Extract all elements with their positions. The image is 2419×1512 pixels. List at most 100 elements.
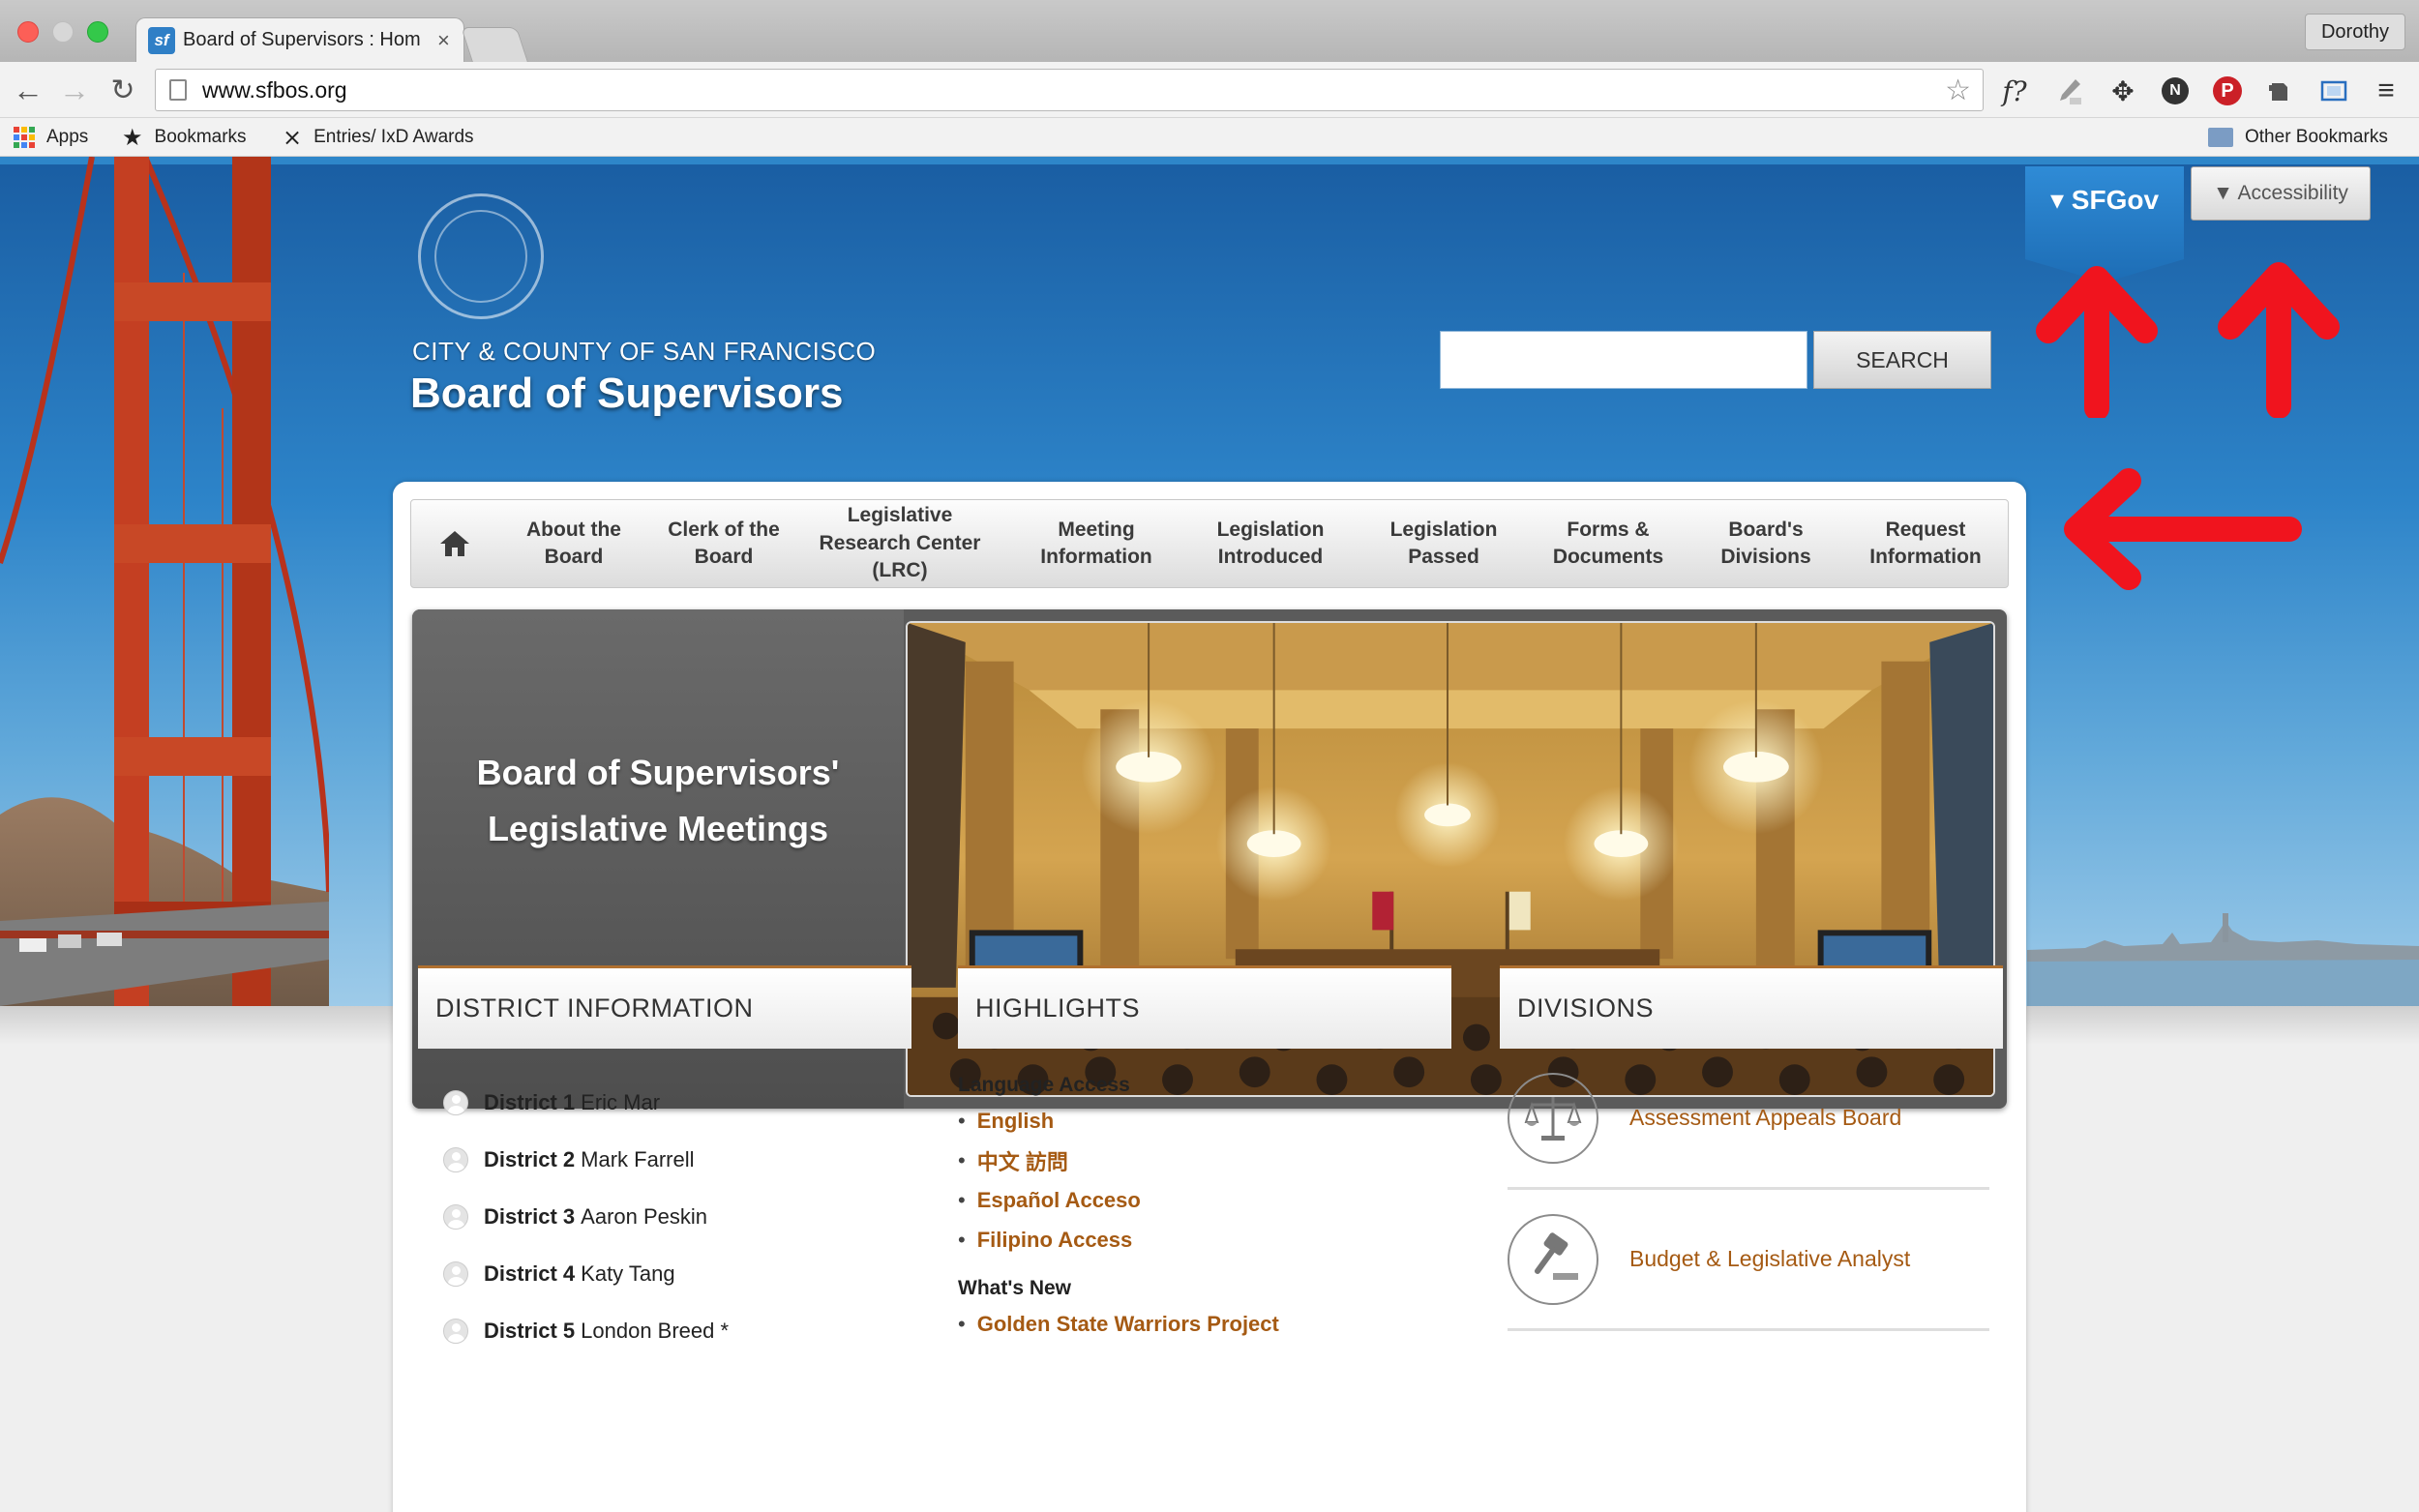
district-section-title: DISTRICT INFORMATION — [418, 965, 911, 1049]
star-icon: ★ — [122, 124, 143, 151]
division-row[interactable]: Assessment Appeals Board — [1508, 1049, 1989, 1190]
gavel-icon — [1508, 1213, 1598, 1305]
back-arrow-icon[interactable]: ← — [10, 72, 46, 108]
folder-icon — [2208, 128, 2233, 147]
divisions-section-title: DIVISIONS — [1500, 965, 2003, 1049]
url-text[interactable]: www.sfbos.org — [202, 77, 1945, 104]
person-icon — [443, 1260, 468, 1287]
district-number: District 5 — [484, 1318, 576, 1343]
window-close-button[interactable] — [17, 21, 39, 43]
district-row[interactable]: District 5 London Breed * — [418, 1302, 911, 1359]
ixd-logo-icon: ⨯ — [283, 124, 303, 151]
language-link-spanish[interactable]: Español Acceso — [958, 1180, 1451, 1220]
nav-about-the-board[interactable]: About the Board — [498, 500, 649, 587]
browser-tab-bar: sf Board of Supervisors : Hom × Dorothy — [0, 0, 2419, 62]
address-bar[interactable]: www.sfbos.org ☆ — [155, 69, 1984, 111]
bookmark-other[interactable]: Other Bookmarks — [2208, 124, 2388, 151]
district-number: District 3 — [484, 1203, 576, 1229]
annotation-arrow-left-icon — [2064, 468, 2302, 590]
language-access-heading: Language Access — [958, 1074, 1130, 1096]
slide-heading[interactable]: Board of Supervisors' Legislative Meetin… — [432, 745, 884, 856]
person-icon — [443, 1089, 468, 1115]
search-button[interactable]: SEARCH — [1813, 331, 1991, 389]
accessibility-button[interactable]: ▼ Accessibility — [2191, 166, 2371, 221]
eyedropper-extension-icon[interactable] — [2049, 72, 2088, 110]
nav-boards-divisions[interactable]: Board's Divisions — [1679, 500, 1853, 587]
person-icon — [443, 1203, 468, 1230]
district-row[interactable]: District 3 Aaron Peskin — [418, 1188, 911, 1245]
bay-skyline-image — [2027, 913, 2419, 1006]
language-link-filipino[interactable]: Filipino Access — [958, 1220, 1451, 1260]
whats-new-heading: What's New — [958, 1277, 1072, 1299]
bookmark-ixd-awards[interactable]: ⨯ Entries/ IxD Awards — [283, 124, 474, 151]
district-information-section: DISTRICT INFORMATION District 1 Eric Mar… — [418, 965, 911, 1359]
seal-inner-ring — [434, 210, 527, 303]
supervisor-name: London Breed * — [581, 1318, 730, 1343]
browser-tab[interactable]: sf Board of Supervisors : Hom × — [135, 17, 464, 62]
district-number: District 4 — [484, 1260, 576, 1286]
new-tab-button[interactable] — [461, 27, 528, 62]
division-label[interactable]: Budget & Legislative Analyst — [1629, 1246, 1910, 1272]
bookmark-label: Entries/ IxD Awards — [314, 127, 474, 147]
golden-gate-bridge-image — [0, 157, 329, 1006]
highlights-section-title: HIGHLIGHTS — [958, 965, 1451, 1049]
font-inspect-extension-icon[interactable]: f? — [1995, 72, 2034, 110]
profile-button[interactable]: Dorothy — [2304, 14, 2405, 50]
bookmark-apps[interactable]: Apps — [14, 124, 88, 151]
district-row[interactable]: District 2 Mark Farrell — [418, 1131, 911, 1188]
supervisor-name: Mark Farrell — [581, 1146, 695, 1171]
bookmark-label: Apps — [46, 127, 89, 147]
divisions-section: DIVISIONS Assessment Appeals Board Budge… — [1500, 965, 2003, 1331]
bookmark-star-icon[interactable]: ☆ — [1945, 74, 1971, 107]
reload-icon[interactable]: ↻ — [105, 72, 141, 108]
tab-title: Board of Supervisors : Hom — [183, 29, 421, 50]
nav-clerk-of-the-board[interactable]: Clerk of the Board — [649, 500, 798, 587]
nav-legislation-passed[interactable]: Legislation Passed — [1350, 500, 1538, 587]
bookmark-label: Other Bookmarks — [2245, 127, 2388, 147]
home-icon — [440, 531, 469, 556]
language-link-english[interactable]: English — [958, 1101, 1451, 1141]
nav-legislative-research-center[interactable]: Legislative Research Center (LRC) — [798, 500, 1001, 587]
apps-grid-icon — [14, 127, 35, 148]
tab-close-icon[interactable]: × — [437, 28, 450, 53]
page-icon — [169, 79, 187, 101]
main-navigation: About the Board Clerk of the Board Legis… — [410, 499, 2009, 588]
division-label[interactable]: Assessment Appeals Board — [1629, 1105, 1901, 1131]
person-icon — [443, 1318, 468, 1344]
nav-legislation-introduced[interactable]: Legislation Introduced — [1191, 500, 1350, 587]
supervisor-name: Aaron Peskin — [581, 1203, 708, 1229]
nav-forms-documents[interactable]: Forms & Documents — [1538, 500, 1679, 587]
screen-capture-extension-icon[interactable] — [2314, 72, 2353, 110]
window-maximize-button[interactable] — [87, 21, 108, 43]
annotation-arrow-up-icon — [2036, 266, 2158, 418]
nav-meeting-information[interactable]: Meeting Information — [1001, 500, 1191, 587]
highlights-section: HIGHLIGHTS Language Access English 中文 訪問… — [958, 965, 1451, 1344]
annotation-arrow-up-icon — [2218, 262, 2340, 418]
home-nav-button[interactable] — [411, 500, 498, 587]
nav-request-information[interactable]: Request Information — [1853, 500, 1998, 587]
district-row[interactable]: District 4 Katy Tang — [418, 1245, 911, 1302]
scales-icon — [1508, 1072, 1598, 1164]
web-page: CITY & COUNTY OF SAN FRANCISCO Board of … — [0, 157, 2419, 1512]
window-minimize-button[interactable] — [52, 21, 74, 43]
browser-toolbar: ← → ↻ www.sfbos.org ☆ f? ✥ N P ≡ — [0, 62, 2419, 118]
district-number: District 1 — [484, 1089, 576, 1114]
menu-hamburger-icon[interactable]: ≡ — [2367, 72, 2405, 110]
bookmark-label: Bookmarks — [154, 127, 247, 147]
evernote-extension-icon[interactable] — [2260, 72, 2299, 110]
org-subtitle: CITY & COUNTY OF SAN FRANCISCO — [412, 337, 877, 366]
language-link-chinese[interactable]: 中文 訪問 — [958, 1141, 1451, 1180]
district-number: District 2 — [484, 1146, 576, 1171]
bookmark-bookmarks[interactable]: ★ Bookmarks — [122, 124, 247, 151]
site-title[interactable]: Board of Supervisors — [410, 370, 843, 418]
pinterest-icon[interactable]: P — [2208, 72, 2247, 110]
district-row[interactable]: District 1 Eric Mar — [418, 1074, 911, 1131]
whats-new-link[interactable]: Golden State Warriors Project — [958, 1304, 1451, 1344]
division-row[interactable]: Budget & Legislative Analyst — [1508, 1190, 1989, 1331]
move-arrows-extension-icon[interactable]: ✥ — [2104, 72, 2142, 110]
forward-arrow-icon[interactable]: → — [56, 72, 93, 108]
supervisor-name: Katy Tang — [581, 1260, 675, 1286]
n-extension-icon[interactable]: N — [2156, 72, 2195, 110]
search-input[interactable] — [1440, 331, 1807, 389]
